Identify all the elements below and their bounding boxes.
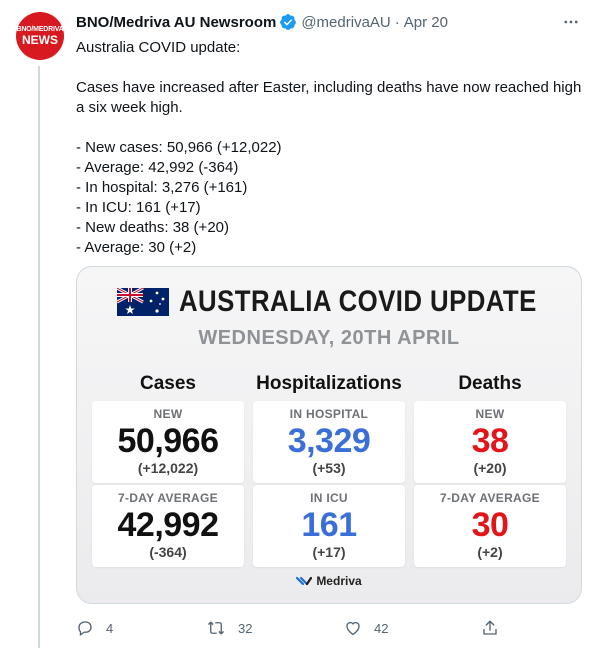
- stat-label: NEW: [153, 407, 183, 421]
- stat-label: IN HOSPITAL: [289, 407, 369, 421]
- bullet-item: - New deaths: 38 (+20): [76, 219, 229, 236]
- australia-flag-icon: [117, 288, 169, 316]
- tweet-header: BNO/Medriva AU Newsroom @medrivaAU · Apr…: [76, 12, 448, 32]
- brand-name: Medriva: [316, 574, 362, 588]
- stat-card-in-icu: IN ICU 161 (+17): [253, 485, 405, 567]
- reply-count: 4: [106, 620, 114, 636]
- stat-change: (-364): [149, 544, 187, 560]
- stat-label: 7-DAY AVERAGE: [440, 491, 540, 505]
- stat-card-in-hospital: IN HOSPITAL 3,329 (+53): [253, 401, 405, 483]
- thread-line: [38, 66, 40, 648]
- stat-value: 50,966: [117, 422, 220, 460]
- stat-change: (+53): [312, 460, 346, 476]
- media-title-row: AUSTRALIA COVID UPDATE: [117, 285, 581, 319]
- reply-button[interactable]: 4: [76, 616, 113, 640]
- media-image[interactable]: AUSTRALIA COVID UPDATE WEDNESDAY, 20TH A…: [76, 266, 582, 604]
- medriva-logo-icon: [296, 576, 313, 586]
- stat-value: 161: [301, 506, 357, 544]
- author-handle[interactable]: @medrivaAU: [301, 14, 390, 31]
- bullet-item: - New cases: 50,966 (+12,022): [76, 139, 282, 156]
- stat-label: IN ICU: [310, 491, 348, 505]
- stat-label: 7-DAY AVERAGE: [118, 491, 218, 505]
- stat-change: (+12,022): [137, 460, 199, 476]
- stat-change: (+20): [473, 460, 507, 476]
- retweet-icon: [207, 621, 225, 635]
- stat-label: NEW: [475, 407, 505, 421]
- medriva-brand: Medriva: [77, 574, 581, 588]
- media-title: AUSTRALIA COVID UPDATE: [179, 285, 537, 318]
- column-heading-hospitalizations: Hospitalizations: [256, 373, 402, 394]
- stat-card-cases-average: 7-DAY AVERAGE 42,992 (-364): [92, 485, 244, 567]
- tweet-text: Australia COVID update: Cases have incre…: [76, 38, 582, 258]
- column-heading-deaths: Deaths: [458, 373, 522, 394]
- reply-icon: [78, 621, 92, 637]
- avatar-line2: NEWS: [22, 33, 58, 47]
- bullet-item: - In hospital: 3,276 (+161): [76, 179, 248, 196]
- author-avatar[interactable]: BNO/MEDRIVA NEWS: [16, 12, 64, 60]
- media-date: WEDNESDAY, 20TH APRIL: [198, 327, 460, 349]
- bullet-item: - Average: 42,992 (-364): [76, 159, 239, 176]
- stat-value: 38: [471, 422, 509, 460]
- more-options-icon[interactable]: [560, 12, 582, 32]
- text-paragraph: Cases have increased after Easter, inclu…: [76, 79, 582, 116]
- like-count: 42: [374, 620, 389, 636]
- stat-value: 3,329: [287, 422, 371, 460]
- stat-card-cases-new: NEW 50,966 (+12,022): [92, 401, 244, 483]
- stat-change: (+17): [312, 544, 346, 560]
- stat-card-deaths-new: NEW 38 (+20): [414, 401, 566, 483]
- bullet-item: - In ICU: 161 (+17): [76, 199, 201, 216]
- like-button[interactable]: 42: [344, 616, 388, 640]
- share-icon: [483, 620, 497, 635]
- tweet-date[interactable]: Apr 20: [404, 14, 448, 31]
- share-button[interactable]: [481, 616, 499, 640]
- stat-value: 30: [471, 506, 509, 544]
- stat-value: 42,992: [117, 506, 220, 544]
- author-name[interactable]: BNO/Medriva AU Newsroom: [76, 14, 276, 31]
- separator-dot: ·: [394, 13, 400, 31]
- tweet-actions: 4 32 42: [76, 616, 582, 640]
- bullet-item: - Average: 30 (+2): [76, 239, 197, 256]
- column-heading-cases: Cases: [140, 373, 196, 394]
- heart-icon: [346, 621, 360, 636]
- retweet-button[interactable]: 32: [206, 616, 252, 640]
- verified-badge-icon: [279, 13, 297, 31]
- retweet-count: 32: [238, 620, 253, 636]
- stat-card-deaths-average: 7-DAY AVERAGE 30 (+2): [414, 485, 566, 567]
- stat-change: (+2): [477, 544, 503, 560]
- text-line: Australia COVID update:: [76, 39, 241, 56]
